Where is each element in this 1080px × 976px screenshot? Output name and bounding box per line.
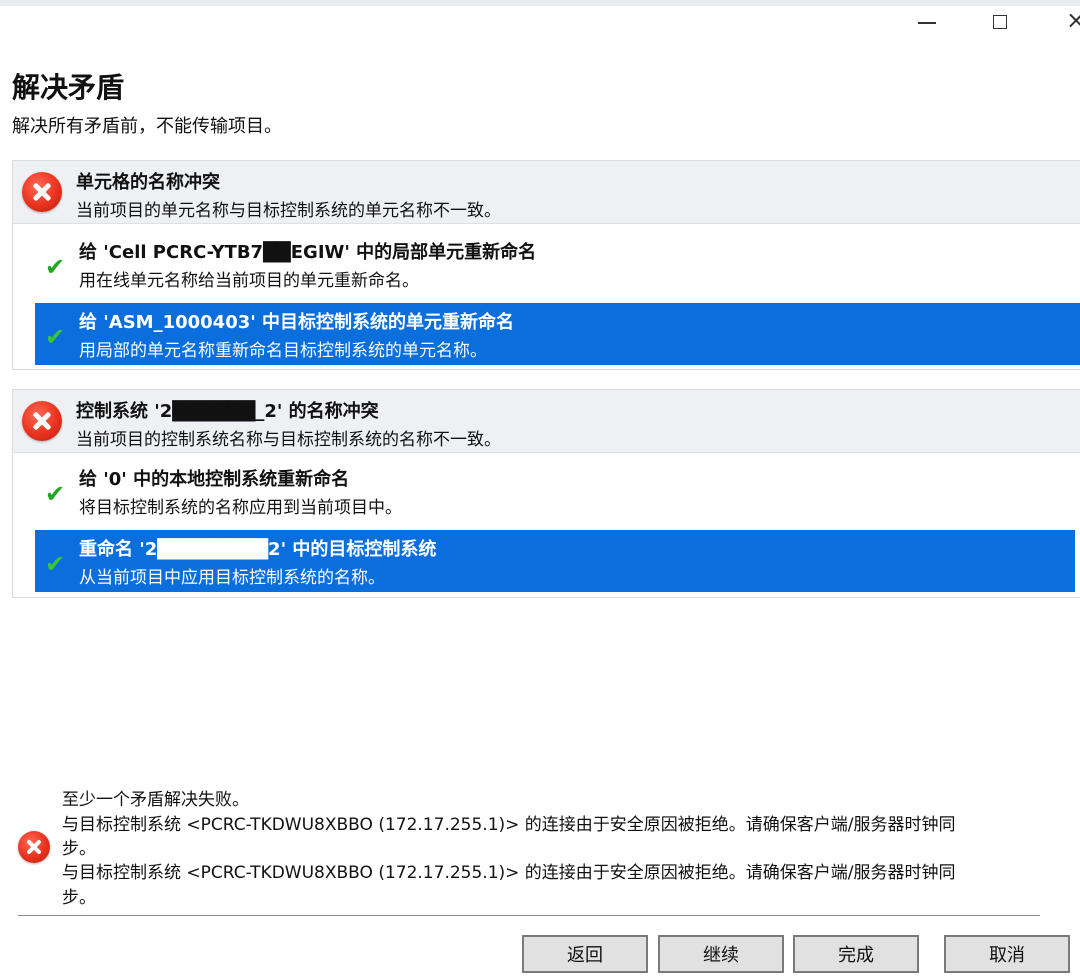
option-description: 从当前项目中应用目标控制系统的名称。	[79, 568, 385, 588]
checkmark-icon: ✔	[45, 550, 66, 578]
conflict-header[interactable]: 控制系统 '2██████_2' 的名称冲突 当前项目的控制系统名称与目标控制系…	[13, 390, 1080, 453]
option-description: 将目标控制系统的名称应用到当前项目中。	[79, 498, 402, 518]
back-button[interactable]: 返回	[522, 935, 648, 973]
resolution-option-rename-target-cell[interactable]: ✔ 给 'ASM_1000403' 中目标控制系统的单元重新命名 用局部的单元名…	[35, 303, 1080, 365]
conflict-description: 当前项目的单元名称与目标控制系统的单元名称不一致。	[76, 201, 501, 221]
error-icon	[18, 831, 50, 863]
checkmark-icon: ✔	[45, 253, 66, 281]
status-message: 步。	[62, 888, 96, 908]
maximize-icon[interactable]	[993, 15, 1007, 29]
resolution-option-rename-local-cell[interactable]: ✔ 给 'Cell PCRC-YTB7██EGIW' 中的局部单元重新命名 用在…	[35, 233, 1080, 295]
option-description: 用局部的单元名称重新命名目标控制系统的单元名称。	[79, 341, 487, 361]
status-message: 至少一个矛盾解决失败。	[62, 790, 249, 810]
minimize-icon[interactable]	[918, 22, 936, 24]
error-icon	[22, 172, 62, 212]
option-title: 重命名 '2████████2' 中的目标控制系统	[79, 539, 437, 560]
conflict-title: 控制系统 '2██████_2' 的名称冲突	[76, 401, 379, 422]
finish-button[interactable]: 完成	[793, 935, 919, 973]
option-title: 给 'Cell PCRC-YTB7██EGIW' 中的局部单元重新命名	[79, 242, 537, 263]
option-description: 用在线单元名称给当前项目的单元重新命名。	[79, 271, 419, 291]
resolution-option-rename-target-system[interactable]: ✔ 重命名 '2████████2' 中的目标控制系统 从当前项目中应用目标控制…	[35, 530, 1075, 592]
checkmark-icon: ✔	[45, 480, 66, 508]
conflict-description: 当前项目的控制系统名称与目标控制系统的名称不一致。	[76, 430, 501, 450]
close-icon[interactable]: ×	[1066, 8, 1080, 32]
divider	[18, 915, 1040, 916]
status-message: 与目标控制系统 <PCRC-TKDWU8XBBO (172.17.255.1)>…	[62, 863, 956, 883]
cancel-button[interactable]: 取消	[944, 935, 1070, 973]
conflict-title: 单元格的名称冲突	[76, 172, 220, 193]
conflict-header[interactable]: 单元格的名称冲突 当前项目的单元名称与目标控制系统的单元名称不一致。	[13, 161, 1080, 224]
page-subtitle: 解决所有矛盾前，不能传输项目。	[12, 116, 282, 137]
resolution-option-rename-local-system[interactable]: ✔ 给 '0' 中的本地控制系统重新命名 将目标控制系统的名称应用到当前项目中。	[35, 460, 1080, 522]
page-title: 解决矛盾	[12, 71, 125, 104]
option-title: 给 'ASM_1000403' 中目标控制系统的单元重新命名	[79, 312, 515, 333]
conflict-group-cell-name: 单元格的名称冲突 当前项目的单元名称与目标控制系统的单元名称不一致。 ✔ 给 '…	[12, 160, 1080, 370]
checkmark-icon: ✔	[45, 323, 66, 351]
status-message: 步。	[62, 839, 96, 859]
continue-button[interactable]: 继续	[658, 935, 784, 973]
title-bar-strip	[0, 0, 1080, 6]
conflict-group-control-system-name: 控制系统 '2██████_2' 的名称冲突 当前项目的控制系统名称与目标控制系…	[12, 389, 1080, 598]
error-icon	[22, 401, 62, 441]
option-title: 给 '0' 中的本地控制系统重新命名	[79, 469, 350, 490]
status-message: 与目标控制系统 <PCRC-TKDWU8XBBO (172.17.255.1)>…	[62, 815, 956, 835]
